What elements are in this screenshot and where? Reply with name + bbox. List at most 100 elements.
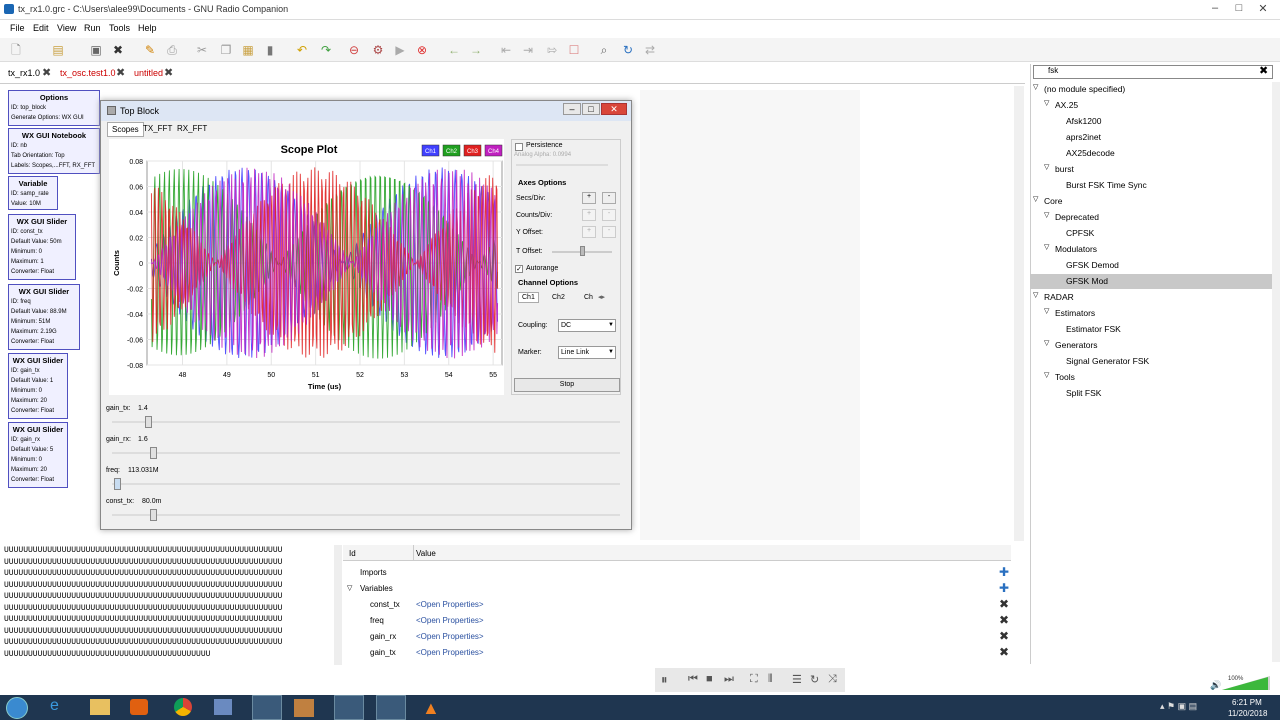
tree-item[interactable]: ▽ (no module specified) — [1030, 82, 1274, 97]
tree-item[interactable]: Estimator FSK — [1030, 322, 1274, 337]
new-icon[interactable]: 🗋 — [8, 42, 24, 58]
dialog-minimize-button[interactable]: ‒ — [563, 103, 581, 115]
cmd-icon[interactable] — [252, 695, 282, 720]
tree-item[interactable]: CPFSK — [1030, 226, 1274, 241]
persistence-checkbox[interactable] — [515, 143, 523, 151]
stop-flow-icon[interactable]: ⊖ — [346, 42, 362, 58]
execute-icon[interactable]: ▶ — [392, 42, 408, 58]
arrow-left-icon[interactable]: ← — [446, 42, 462, 58]
tree-item[interactable]: ▽ RADAR — [1030, 290, 1274, 305]
channel-tab-ch[interactable]: Ch — [584, 294, 593, 301]
generate-icon[interactable]: ⚙ — [370, 42, 386, 58]
variable-id[interactable]: gain_tx — [370, 648, 396, 657]
t-offset-thumb[interactable] — [580, 246, 585, 256]
ie-icon[interactable]: e — [50, 697, 59, 715]
y-offset-minus-button[interactable]: - — [602, 226, 616, 238]
tab-tx-fft[interactable]: TX_FFT — [143, 124, 172, 133]
tree-scrollbar[interactable] — [1272, 82, 1280, 662]
tree-item[interactable]: Split FSK — [1030, 386, 1274, 401]
canvas-scrollbar[interactable] — [1014, 86, 1024, 541]
stop-media-icon[interactable]: ■ — [706, 673, 713, 685]
counts-div-plus-button[interactable]: + — [582, 209, 596, 221]
open-properties-link[interactable]: <Open Properties> — [416, 616, 484, 625]
stop-button[interactable]: Stop — [514, 378, 620, 392]
arrow-right-icon[interactable]: → — [468, 42, 484, 58]
menu-help[interactable]: Help — [138, 23, 157, 33]
tree-item[interactable]: GFSK Mod — [1030, 274, 1274, 289]
redo-icon[interactable]: ↷ — [318, 42, 334, 58]
open-properties-link[interactable]: <Open Properties> — [416, 632, 484, 641]
dialog-close-button[interactable]: ✕ — [601, 103, 627, 115]
tree-item[interactable]: AX25decode — [1030, 146, 1274, 161]
expand-icon[interactable]: ▽ — [1044, 99, 1049, 107]
chrome-icon[interactable] — [174, 698, 192, 716]
open-icon[interactable]: ▤ — [50, 42, 66, 58]
dialog-maximize-button[interactable]: □ — [582, 103, 600, 115]
cut-icon[interactable]: ✂ — [194, 42, 210, 58]
grc-icon[interactable] — [294, 699, 314, 717]
expand-icon[interactable]: ▽ — [1044, 211, 1049, 219]
menu-view[interactable]: View — [57, 23, 76, 33]
equalizer-icon[interactable]: ⫴ — [768, 673, 773, 686]
slider-track[interactable] — [112, 421, 620, 423]
tab-tx-rx[interactable]: tx_rx1.0 — [8, 68, 40, 78]
analog-alpha-slider[interactable] — [516, 164, 608, 166]
tree-item[interactable]: ▽ Core — [1030, 194, 1274, 209]
tab-scopes[interactable]: Scopes — [107, 122, 144, 137]
variable-id[interactable]: freq — [370, 616, 384, 625]
slider-track[interactable] — [112, 483, 620, 485]
expand-icon[interactable]: ▽ — [1044, 339, 1049, 347]
expand-icon[interactable]: ▽ — [1033, 291, 1038, 299]
remove-variable-icon[interactable]: ✖ — [999, 613, 1009, 627]
clear-search-icon[interactable]: ✖ — [1259, 64, 1268, 77]
slider-block-const-tx[interactable]: WX GUI Slider ID: const_tx Default Value… — [8, 214, 76, 280]
tree-item[interactable]: ▽ Deprecated — [1030, 210, 1274, 225]
add-import-icon[interactable]: ✚ — [999, 565, 1009, 579]
rotate-cw-icon[interactable]: ⇥ — [520, 42, 536, 58]
app-icon[interactable] — [214, 699, 232, 715]
slider-thumb[interactable] — [149, 509, 157, 521]
minimize-button[interactable]: ‒ — [1204, 2, 1226, 16]
tree-item[interactable]: Afsk1200 — [1030, 114, 1274, 129]
counts-div-minus-button[interactable]: - — [602, 209, 616, 221]
tree-item[interactable]: Burst FSK Time Sync — [1030, 178, 1274, 193]
tree-item[interactable]: ▽ Modulators — [1030, 242, 1274, 257]
delete-icon[interactable]: ▮ — [262, 42, 278, 58]
tree-item[interactable]: GFSK Demod — [1030, 258, 1274, 273]
console-scrollbar[interactable] — [334, 545, 342, 665]
slider-track[interactable] — [112, 514, 620, 516]
playlist-icon[interactable]: ☰ — [792, 673, 802, 686]
search-input[interactable]: fsk — [1033, 65, 1273, 79]
tab-rx-fft[interactable]: RX_FFT — [177, 124, 207, 133]
fullscreen-icon[interactable]: ⛶ — [750, 673, 758, 686]
expand-icon[interactable]: ▽ — [347, 584, 352, 592]
bypass-icon[interactable]: ⇄ — [642, 42, 658, 58]
tab-untitled[interactable]: untitled — [134, 68, 163, 78]
menu-tools[interactable]: Tools — [109, 23, 130, 33]
close-button[interactable]: ✕ — [1252, 2, 1274, 16]
save-icon[interactable]: ▣ — [88, 42, 104, 58]
channel-tab-ch1[interactable]: Ch1 — [518, 292, 539, 303]
tree-item[interactable]: aprs2inet — [1030, 130, 1274, 145]
tree-item[interactable]: ▽ Estimators — [1030, 306, 1274, 321]
secs-div-plus-button[interactable]: + — [582, 192, 596, 204]
variables-row[interactable]: Variables — [360, 584, 393, 593]
media-player-icon[interactable] — [130, 699, 148, 715]
paste-icon[interactable]: ▦ — [240, 42, 256, 58]
secs-div-minus-button[interactable]: - — [602, 192, 616, 204]
close-tab-icon[interactable]: ✖ — [116, 66, 125, 79]
pause-icon[interactable]: ⏸ — [661, 672, 668, 688]
slider-block-gain-rx[interactable]: WX GUI Slider ID: gain_rx Default Value:… — [8, 422, 68, 488]
disable-icon[interactable]: ☐ — [566, 42, 582, 58]
volume-icon[interactable]: 🔊 — [1210, 680, 1221, 691]
expand-icon[interactable]: ▽ — [1033, 83, 1038, 91]
print-icon[interactable]: ⎙ — [164, 42, 180, 58]
kill-icon[interactable]: ⊗ — [414, 42, 430, 58]
slider-track[interactable] — [112, 452, 620, 454]
column-value[interactable]: Value — [416, 549, 436, 558]
channel-tab-scroll-icon[interactable]: ◂▸ — [598, 293, 605, 301]
loop-icon[interactable]: ↻ — [810, 673, 819, 686]
close-doc-icon[interactable]: ✖ — [110, 42, 126, 58]
slider-thumb[interactable] — [114, 478, 122, 490]
tree-item[interactable]: ▽ Generators — [1030, 338, 1274, 353]
